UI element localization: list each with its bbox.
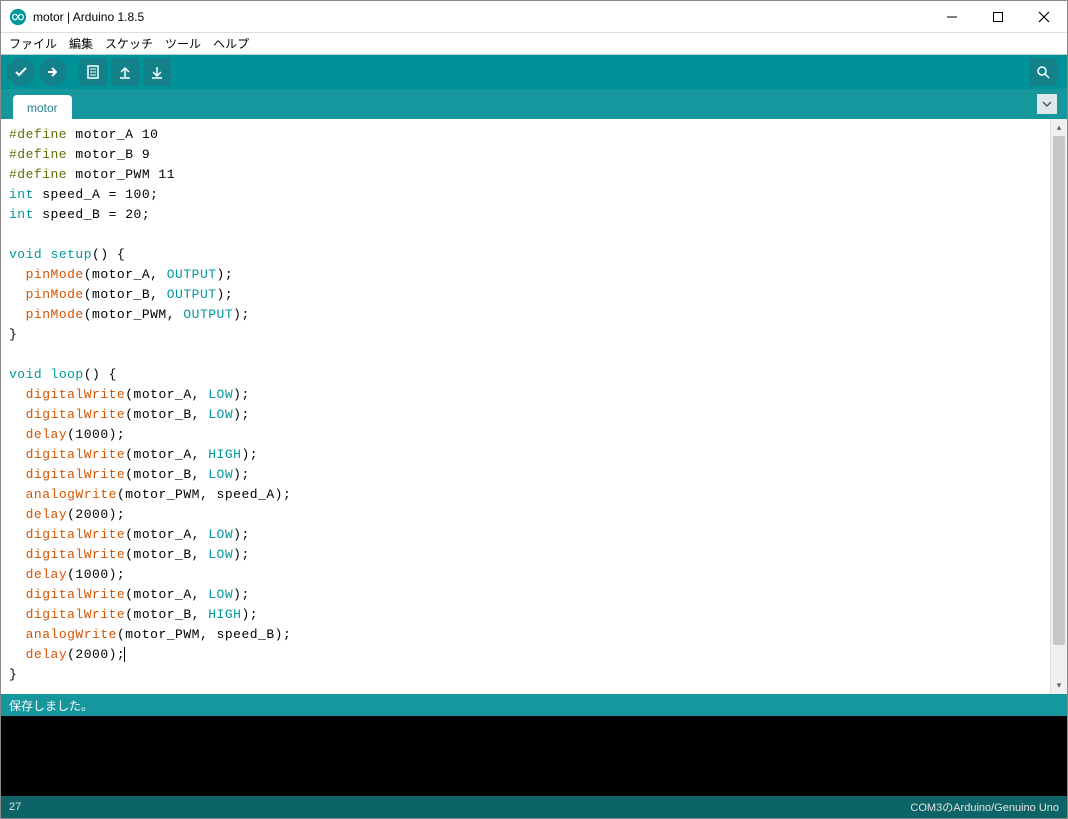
arduino-ide-window: motor | Arduino 1.8.5 ファイル 編集 スケッチ ツール ヘ… bbox=[0, 0, 1068, 819]
toolbar bbox=[1, 55, 1067, 89]
footer: 27 COM3のArduino/Genuino Uno bbox=[1, 796, 1067, 818]
verify-button[interactable] bbox=[7, 58, 35, 86]
menubar: ファイル 編集 スケッチ ツール ヘルプ bbox=[1, 33, 1067, 55]
console-output[interactable] bbox=[1, 716, 1067, 796]
minimize-button[interactable] bbox=[929, 1, 975, 33]
menu-edit[interactable]: 編集 bbox=[65, 33, 97, 54]
tabbar: motor bbox=[1, 89, 1067, 119]
open-button[interactable] bbox=[111, 58, 139, 86]
editor-area: #define motor_A 10 #define motor_B 9 #de… bbox=[1, 119, 1067, 694]
maximize-button[interactable] bbox=[975, 1, 1021, 33]
board-port-info: COM3のArduino/Genuino Uno bbox=[910, 799, 1059, 815]
status-text: 保存しました。 bbox=[9, 697, 93, 714]
titlebar: motor | Arduino 1.8.5 bbox=[1, 1, 1067, 33]
serial-monitor-button[interactable] bbox=[1029, 58, 1057, 86]
save-button[interactable] bbox=[143, 58, 171, 86]
scroll-up-icon[interactable]: ▴ bbox=[1051, 119, 1067, 136]
scroll-thumb[interactable] bbox=[1053, 136, 1065, 645]
tab-dropdown-button[interactable] bbox=[1037, 94, 1057, 114]
code-editor[interactable]: #define motor_A 10 #define motor_B 9 #de… bbox=[1, 119, 1050, 694]
vertical-scrollbar[interactable]: ▴ ▾ bbox=[1050, 119, 1067, 694]
upload-button[interactable] bbox=[39, 58, 67, 86]
line-number: 27 bbox=[9, 801, 21, 813]
menu-tools[interactable]: ツール bbox=[161, 33, 205, 54]
menu-sketch[interactable]: スケッチ bbox=[101, 33, 157, 54]
scroll-track[interactable] bbox=[1051, 136, 1067, 677]
menu-file[interactable]: ファイル bbox=[5, 33, 61, 54]
scroll-down-icon[interactable]: ▾ bbox=[1051, 677, 1067, 694]
close-button[interactable] bbox=[1021, 1, 1067, 33]
new-button[interactable] bbox=[79, 58, 107, 86]
tab-motor[interactable]: motor bbox=[13, 95, 72, 119]
status-bar: 保存しました。 bbox=[1, 694, 1067, 716]
menu-help[interactable]: ヘルプ bbox=[209, 33, 253, 54]
window-title: motor | Arduino 1.8.5 bbox=[33, 10, 929, 24]
arduino-logo-icon bbox=[9, 8, 27, 26]
